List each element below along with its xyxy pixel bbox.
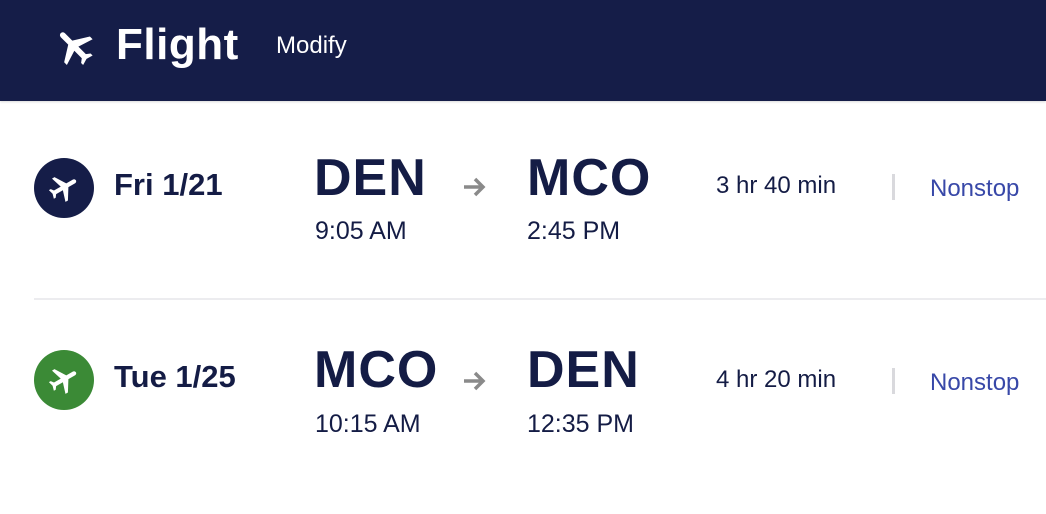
arrival-time: 2:45 PM — [527, 217, 621, 245]
header-bar: Flight Modify — [0, 0, 1046, 101]
stops-link[interactable]: Nonstop — [930, 175, 1019, 203]
departure-time: 9:05 AM — [315, 217, 407, 245]
flight-date: Tue 1/25 — [114, 359, 236, 394]
row-divider — [34, 298, 1046, 300]
arrival-airport-code: DEN — [527, 341, 640, 399]
departure-airport-code: DEN — [314, 149, 427, 207]
departure-time: 10:15 AM — [315, 410, 421, 438]
page-title: Flight — [116, 20, 239, 69]
separator — [892, 174, 895, 200]
modify-link[interactable]: Modify — [276, 32, 347, 60]
flight-duration: 4 hr 20 min — [716, 366, 837, 393]
arrival-airport-code: MCO — [527, 149, 652, 207]
airplane-icon — [59, 32, 93, 65]
arrow-right-icon — [464, 177, 486, 197]
stops-link[interactable]: Nonstop — [930, 369, 1019, 397]
airplane-takeoff-icon — [48, 369, 77, 394]
flight-badge — [34, 350, 94, 410]
departure-airport-code: MCO — [314, 341, 439, 399]
flight-row: Tue 1/25 MCO 10:15 AM DEN 12:35 PM 4 hr … — [0, 302, 1046, 482]
arrival-time: 12:35 PM — [527, 410, 635, 438]
flight-badge — [34, 158, 94, 218]
flight-duration: 3 hr 40 min — [716, 172, 837, 199]
airplane-takeoff-icon — [48, 177, 77, 202]
arrow-right-icon — [464, 371, 486, 391]
flight-row: Fri 1/21 DEN 9:05 AM MCO 2:45 PM 3 hr 40… — [0, 108, 1046, 288]
separator — [892, 368, 895, 394]
flight-date: Fri 1/21 — [114, 167, 223, 202]
